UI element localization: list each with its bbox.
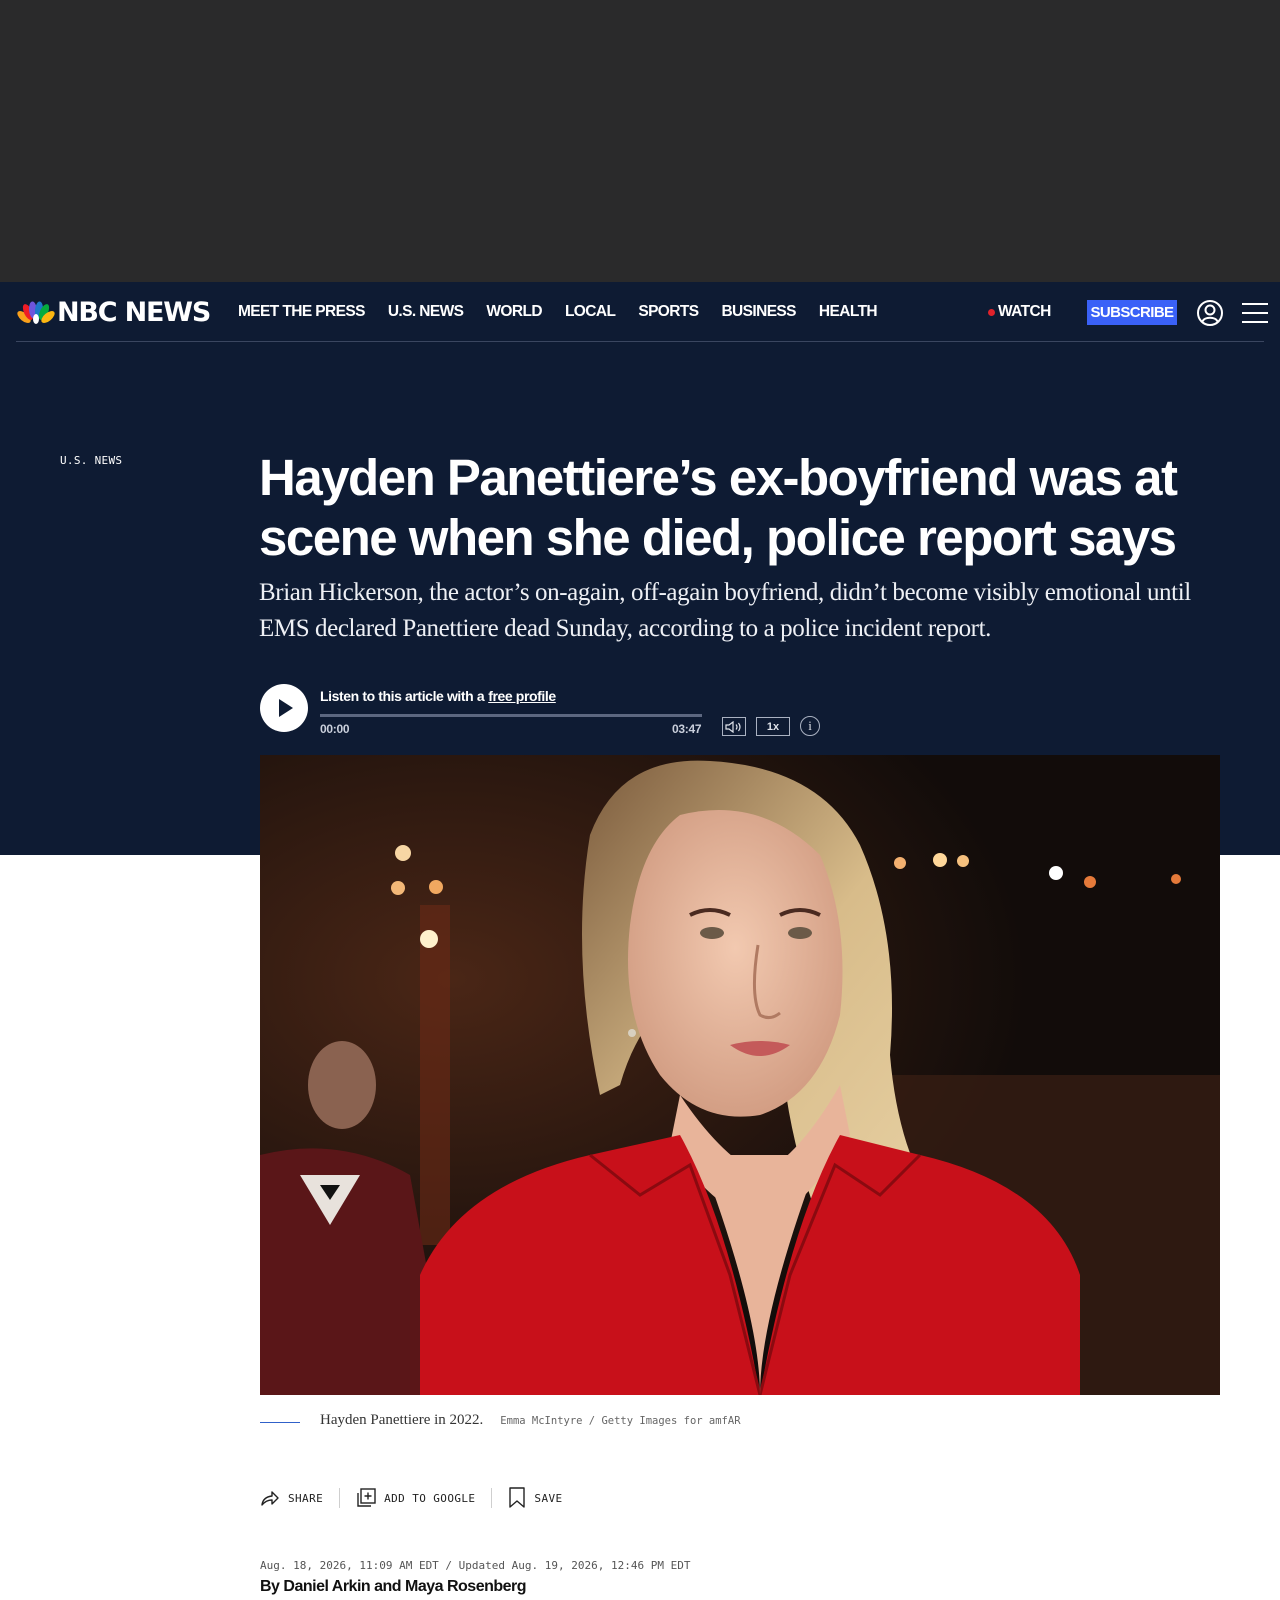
live-dot-icon: [988, 308, 995, 316]
logo-text: NBC NEWS: [57, 296, 211, 328]
audio-time-total: 03:47: [672, 722, 702, 736]
caption-text: Hayden Panettiere in 2022.: [320, 1412, 484, 1428]
nav-link-business[interactable]: BUSINESS: [721, 303, 796, 321]
ad-slot: [0, 0, 1280, 282]
photo-caption: Hayden Panettiere in 2022. Emma McIntyre…: [320, 1412, 741, 1429]
bookmark-icon: [509, 1487, 526, 1508]
save-label: SAVE: [534, 1491, 563, 1505]
playback-speed-button[interactable]: 1x: [756, 717, 790, 736]
share-label: SHARE: [288, 1491, 324, 1505]
actions-divider: [339, 1488, 341, 1508]
actions-divider: [491, 1488, 493, 1508]
hero-photo-illustration: [260, 755, 1220, 1395]
audio-progress-bar[interactable]: [320, 714, 702, 717]
article-dateline: Aug. 18, 2026, 11:09 AM EDT / Updated Au…: [260, 1559, 691, 1572]
article-byline: By Daniel Arkin and Maya Rosenberg: [260, 1578, 527, 1595]
nav-link-health[interactable]: HEALTH: [819, 303, 878, 321]
nav-link-local[interactable]: LOCAL: [565, 303, 616, 321]
free-profile-link[interactable]: free profile: [488, 688, 556, 704]
article-hero-image: [260, 755, 1220, 1395]
add-to-google-icon: [357, 1488, 376, 1507]
nav-link-meet-the-press[interactable]: MEET THE PRESS: [238, 303, 365, 321]
nav-link-world[interactable]: WORLD: [486, 303, 542, 321]
account-icon[interactable]: [1196, 299, 1224, 327]
nav-divider: [16, 341, 1264, 342]
nbc-news-logo[interactable]: NBC NEWS: [16, 294, 211, 330]
add-to-google-label: ADD TO GOOGLE: [384, 1491, 476, 1505]
share-icon: [261, 1491, 279, 1506]
article-dek: Brian Hickerson, the actor’s on-again, o…: [259, 579, 1191, 642]
nav-link-sports[interactable]: SPORTS: [638, 303, 699, 321]
listen-prompt-text: Listen to this article with a: [320, 688, 485, 704]
caption-rule: [260, 1422, 300, 1423]
audio-time-elapsed: 00:00: [320, 722, 350, 736]
hamburger-menu-icon[interactable]: [1241, 300, 1269, 326]
peacock-icon: [17, 301, 55, 324]
save-button[interactable]: SAVE: [508, 1487, 562, 1509]
play-button[interactable]: [260, 684, 308, 732]
subscribe-button[interactable]: SUBSCRIBE: [1087, 300, 1177, 325]
section-label[interactable]: U.S. NEWS: [60, 454, 122, 467]
photo-credit: Emma McIntyre / Getty Images for amfAR: [500, 1415, 741, 1427]
watch-link[interactable]: WATCH: [988, 303, 1051, 321]
main-nav: MEET THE PRESS U.S. NEWS WORLD LOCAL SPO…: [238, 303, 900, 321]
info-icon[interactable]: i: [800, 716, 820, 736]
article-actions: SHARE ADD TO GOOGLE SAVE: [260, 1487, 563, 1509]
article-headline: Hayden Panettiere’s ex-boyfriend was at …: [259, 449, 1178, 566]
volume-button[interactable]: [722, 717, 746, 736]
watch-label: WATCH: [998, 303, 1051, 320]
nav-link-us-news[interactable]: U.S. NEWS: [388, 303, 464, 321]
volume-icon: [725, 720, 741, 733]
listen-prompt: Listen to this article with a free profi…: [320, 688, 556, 704]
play-icon: [279, 699, 293, 717]
add-to-google-button[interactable]: ADD TO GOOGLE: [356, 1488, 475, 1508]
share-button[interactable]: SHARE: [260, 1489, 323, 1507]
